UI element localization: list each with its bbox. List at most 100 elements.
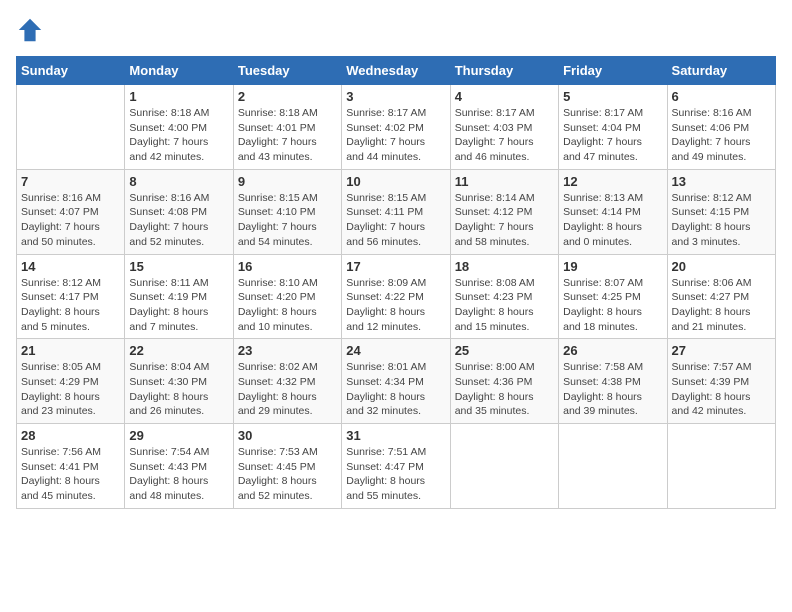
- day-info: Sunrise: 8:10 AM Sunset: 4:20 PM Dayligh…: [238, 276, 337, 335]
- calendar-week-row: 1Sunrise: 8:18 AM Sunset: 4:00 PM Daylig…: [17, 85, 776, 170]
- weekday-header: Sunday: [17, 57, 125, 85]
- calendar-cell: 25 Sunrise: 8:00 AM Sunset: 4:36 PM Dayli…: [450, 339, 558, 424]
- day-info: Sunrise: 8:16 AM Sunset: 4:06 PM Dayligh…: [672, 106, 771, 165]
- logo-icon: [16, 16, 44, 44]
- day-info: Sunrise: 8:12 AM Sunset: 4:17 PM Dayligh…: [21, 276, 120, 335]
- day-number: 9: [238, 174, 337, 189]
- calendar-cell: 30 Sunrise: 7:53 AM Sunset: 4:45 PM Dayli…: [233, 424, 341, 509]
- calendar-cell: [559, 424, 667, 509]
- day-info: Sunrise: 8:09 AM Sunset: 4:22 PM Dayligh…: [346, 276, 445, 335]
- day-info: Sunrise: 8:12 AM Sunset: 4:15 PM Dayligh…: [672, 191, 771, 250]
- day-number: 22: [129, 343, 228, 358]
- calendar-cell: 23 Sunrise: 8:02 AM Sunset: 4:32 PM Dayli…: [233, 339, 341, 424]
- calendar-cell: 2Sunrise: 8:18 AM Sunset: 4:01 PM Daylig…: [233, 85, 341, 170]
- day-number: 11: [455, 174, 554, 189]
- day-info: Sunrise: 8:02 AM Sunset: 4:32 PM Dayligh…: [238, 360, 337, 419]
- day-number: 23: [238, 343, 337, 358]
- calendar-cell: 17 Sunrise: 8:09 AM Sunset: 4:22 PM Dayli…: [342, 254, 450, 339]
- calendar-cell: 1Sunrise: 8:18 AM Sunset: 4:00 PM Daylig…: [125, 85, 233, 170]
- day-number: 6: [672, 89, 771, 104]
- calendar-cell: 14 Sunrise: 8:12 AM Sunset: 4:17 PM Dayli…: [17, 254, 125, 339]
- day-info: Sunrise: 8:06 AM Sunset: 4:27 PM Dayligh…: [672, 276, 771, 335]
- calendar-cell: 18 Sunrise: 8:08 AM Sunset: 4:23 PM Dayli…: [450, 254, 558, 339]
- calendar-cell: [17, 85, 125, 170]
- page-header: [16, 16, 776, 44]
- calendar-cell: 13 Sunrise: 8:12 AM Sunset: 4:15 PM Dayli…: [667, 169, 775, 254]
- day-info: Sunrise: 8:15 AM Sunset: 4:10 PM Dayligh…: [238, 191, 337, 250]
- calendar-cell: [450, 424, 558, 509]
- day-number: 29: [129, 428, 228, 443]
- day-info: Sunrise: 8:13 AM Sunset: 4:14 PM Dayligh…: [563, 191, 662, 250]
- calendar-cell: 15Sunrise: 8:11 AM Sunset: 4:19 PM Dayli…: [125, 254, 233, 339]
- calendar-cell: 4 Sunrise: 8:17 AM Sunset: 4:03 PM Daylig…: [450, 85, 558, 170]
- calendar-cell: 21 Sunrise: 8:05 AM Sunset: 4:29 PM Dayli…: [17, 339, 125, 424]
- day-info: Sunrise: 7:54 AM Sunset: 4:43 PM Dayligh…: [129, 445, 228, 504]
- day-info: Sunrise: 8:04 AM Sunset: 4:30 PM Dayligh…: [129, 360, 228, 419]
- calendar-cell: 9 Sunrise: 8:15 AM Sunset: 4:10 PM Daylig…: [233, 169, 341, 254]
- calendar-cell: 27Sunrise: 7:57 AM Sunset: 4:39 PM Dayli…: [667, 339, 775, 424]
- day-number: 25: [455, 343, 554, 358]
- day-number: 31: [346, 428, 445, 443]
- day-number: 7: [21, 174, 120, 189]
- calendar-cell: 19 Sunrise: 8:07 AM Sunset: 4:25 PM Dayli…: [559, 254, 667, 339]
- calendar-cell: 7 Sunrise: 8:16 AM Sunset: 4:07 PM Daylig…: [17, 169, 125, 254]
- day-info: Sunrise: 8:18 AM Sunset: 4:00 PM Dayligh…: [129, 106, 228, 165]
- day-info: Sunrise: 7:53 AM Sunset: 4:45 PM Dayligh…: [238, 445, 337, 504]
- day-info: Sunrise: 8:07 AM Sunset: 4:25 PM Dayligh…: [563, 276, 662, 335]
- calendar-cell: 20 Sunrise: 8:06 AM Sunset: 4:27 PM Dayli…: [667, 254, 775, 339]
- day-info: Sunrise: 8:11 AM Sunset: 4:19 PM Dayligh…: [129, 276, 228, 335]
- day-info: Sunrise: 7:56 AM Sunset: 4:41 PM Dayligh…: [21, 445, 120, 504]
- weekday-header: Monday: [125, 57, 233, 85]
- day-info: Sunrise: 8:17 AM Sunset: 4:04 PM Dayligh…: [563, 106, 662, 165]
- day-number: 4: [455, 89, 554, 104]
- day-info: Sunrise: 8:05 AM Sunset: 4:29 PM Dayligh…: [21, 360, 120, 419]
- day-number: 19: [563, 259, 662, 274]
- calendar-cell: [667, 424, 775, 509]
- calendar-cell: 12 Sunrise: 8:13 AM Sunset: 4:14 PM Dayli…: [559, 169, 667, 254]
- day-number: 5: [563, 89, 662, 104]
- calendar-cell: 28 Sunrise: 7:56 AM Sunset: 4:41 PM Dayli…: [17, 424, 125, 509]
- calendar-week-row: 28 Sunrise: 7:56 AM Sunset: 4:41 PM Dayli…: [17, 424, 776, 509]
- calendar-cell: 29 Sunrise: 7:54 AM Sunset: 4:43 PM Dayli…: [125, 424, 233, 509]
- calendar-cell: 16 Sunrise: 8:10 AM Sunset: 4:20 PM Dayli…: [233, 254, 341, 339]
- day-number: 12: [563, 174, 662, 189]
- calendar-table: SundayMondayTuesdayWednesdayThursdayFrid…: [16, 56, 776, 509]
- day-info: Sunrise: 7:57 AM Sunset: 4:39 PM Dayligh…: [672, 360, 771, 419]
- day-number: 20: [672, 259, 771, 274]
- day-info: Sunrise: 8:17 AM Sunset: 4:02 PM Dayligh…: [346, 106, 445, 165]
- day-info: Sunrise: 8:14 AM Sunset: 4:12 PM Dayligh…: [455, 191, 554, 250]
- day-number: 14: [21, 259, 120, 274]
- logo: [16, 16, 48, 44]
- day-number: 13: [672, 174, 771, 189]
- day-number: 30: [238, 428, 337, 443]
- calendar-cell: 31Sunrise: 7:51 AM Sunset: 4:47 PM Dayli…: [342, 424, 450, 509]
- calendar-header-row: SundayMondayTuesdayWednesdayThursdayFrid…: [17, 57, 776, 85]
- weekday-header: Wednesday: [342, 57, 450, 85]
- day-info: Sunrise: 8:15 AM Sunset: 4:11 PM Dayligh…: [346, 191, 445, 250]
- calendar-week-row: 14 Sunrise: 8:12 AM Sunset: 4:17 PM Dayli…: [17, 254, 776, 339]
- calendar-cell: 11 Sunrise: 8:14 AM Sunset: 4:12 PM Dayli…: [450, 169, 558, 254]
- calendar-cell: 22 Sunrise: 8:04 AM Sunset: 4:30 PM Dayli…: [125, 339, 233, 424]
- day-info: Sunrise: 8:17 AM Sunset: 4:03 PM Dayligh…: [455, 106, 554, 165]
- day-number: 21: [21, 343, 120, 358]
- weekday-header: Friday: [559, 57, 667, 85]
- day-number: 16: [238, 259, 337, 274]
- day-info: Sunrise: 8:16 AM Sunset: 4:08 PM Dayligh…: [129, 191, 228, 250]
- day-info: Sunrise: 8:01 AM Sunset: 4:34 PM Dayligh…: [346, 360, 445, 419]
- calendar-week-row: 21 Sunrise: 8:05 AM Sunset: 4:29 PM Dayli…: [17, 339, 776, 424]
- day-number: 18: [455, 259, 554, 274]
- day-number: 24: [346, 343, 445, 358]
- calendar-cell: 8 Sunrise: 8:16 AM Sunset: 4:08 PM Daylig…: [125, 169, 233, 254]
- day-info: Sunrise: 8:16 AM Sunset: 4:07 PM Dayligh…: [21, 191, 120, 250]
- day-number: 8: [129, 174, 228, 189]
- calendar-cell: 26Sunrise: 7:58 AM Sunset: 4:38 PM Dayli…: [559, 339, 667, 424]
- day-info: Sunrise: 8:08 AM Sunset: 4:23 PM Dayligh…: [455, 276, 554, 335]
- day-info: Sunrise: 8:00 AM Sunset: 4:36 PM Dayligh…: [455, 360, 554, 419]
- calendar-cell: 10 Sunrise: 8:15 AM Sunset: 4:11 PM Dayli…: [342, 169, 450, 254]
- calendar-cell: 3Sunrise: 8:17 AM Sunset: 4:02 PM Daylig…: [342, 85, 450, 170]
- day-number: 28: [21, 428, 120, 443]
- calendar-cell: 5 Sunrise: 8:17 AM Sunset: 4:04 PM Daylig…: [559, 85, 667, 170]
- calendar-cell: 6 Sunrise: 8:16 AM Sunset: 4:06 PM Daylig…: [667, 85, 775, 170]
- day-number: 17: [346, 259, 445, 274]
- day-number: 10: [346, 174, 445, 189]
